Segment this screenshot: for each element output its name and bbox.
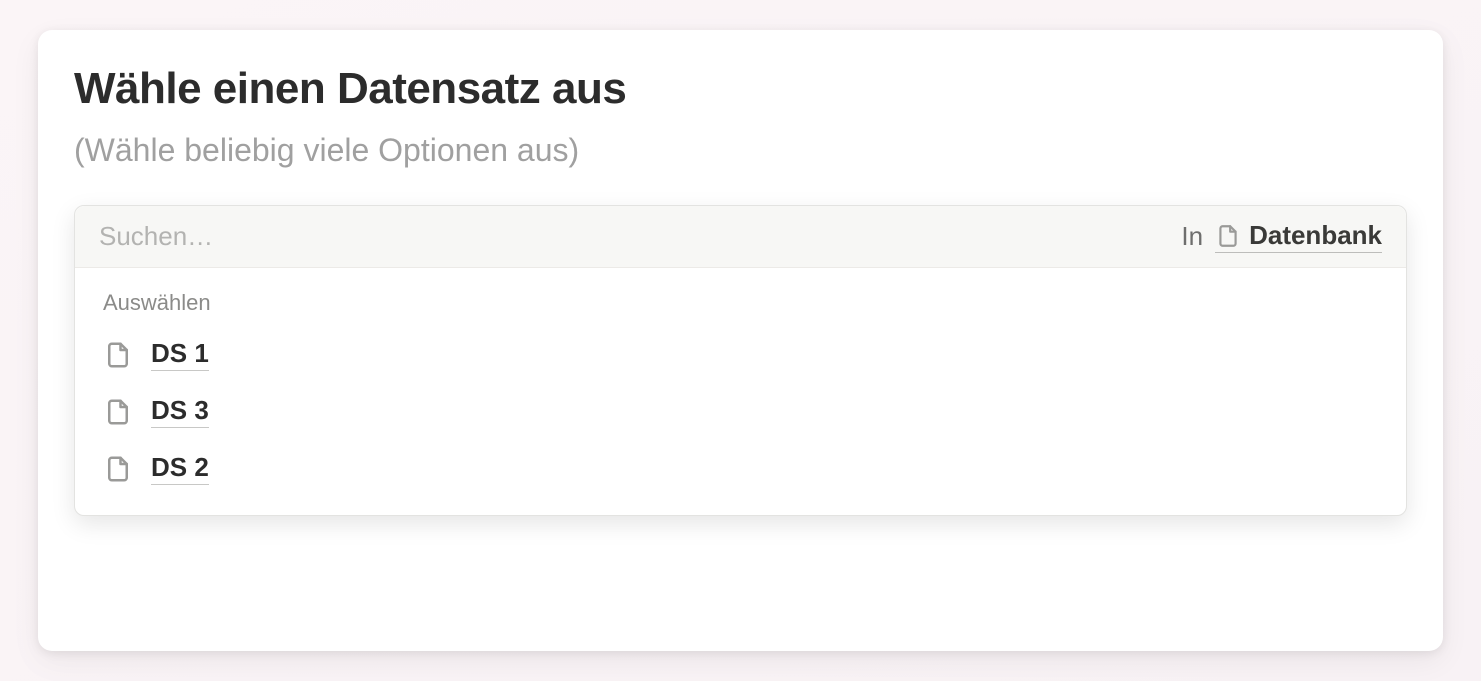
option-item[interactable]: DS 1 bbox=[87, 326, 1394, 383]
search-input[interactable] bbox=[99, 221, 1169, 252]
select-heading: Auswählen bbox=[75, 268, 1406, 324]
selection-card: Wähle einen Datensatz aus (Wähle beliebi… bbox=[38, 30, 1443, 651]
document-icon bbox=[1215, 223, 1241, 249]
card-subtitle: (Wähle beliebig viele Optionen aus) bbox=[74, 132, 1407, 169]
document-icon bbox=[103, 454, 133, 484]
option-list: DS 1 DS 3 DS 2 bbox=[75, 324, 1406, 515]
divider bbox=[74, 604, 1407, 605]
option-item[interactable]: DS 3 bbox=[87, 383, 1394, 440]
search-row: In Datenbank bbox=[75, 206, 1406, 268]
database-source-label: Datenbank bbox=[1249, 220, 1382, 251]
option-item[interactable]: DS 2 bbox=[87, 440, 1394, 497]
card-title: Wähle einen Datensatz aus bbox=[74, 64, 1407, 114]
option-label: DS 3 bbox=[151, 395, 209, 428]
option-label: DS 1 bbox=[151, 338, 209, 371]
in-label: In bbox=[1181, 221, 1203, 252]
option-label: DS 2 bbox=[151, 452, 209, 485]
record-picker: In Datenbank Auswählen DS 1 bbox=[74, 205, 1407, 516]
database-source-chip[interactable]: Datenbank bbox=[1215, 220, 1382, 253]
document-icon bbox=[103, 397, 133, 427]
document-icon bbox=[103, 340, 133, 370]
